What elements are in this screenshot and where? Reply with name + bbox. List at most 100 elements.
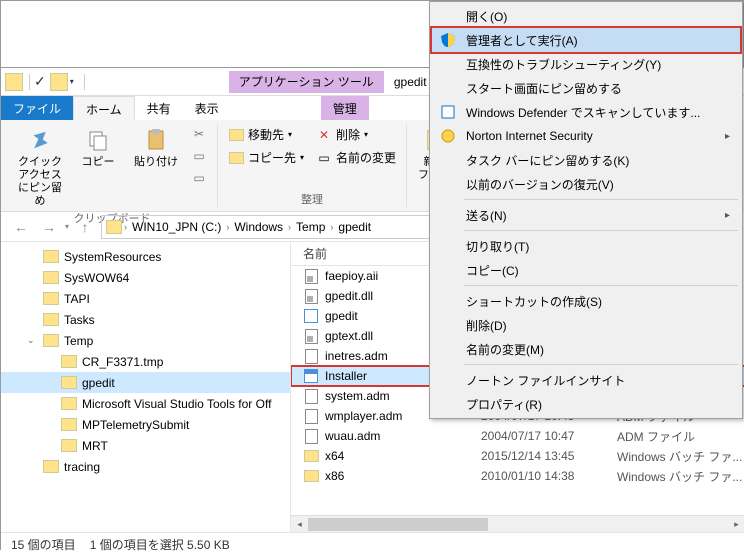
file-type-icon — [303, 448, 319, 464]
file-name: x86 — [325, 469, 475, 483]
shortcut-icon: ▭ — [191, 170, 207, 186]
nav-tree[interactable]: SystemResources SysWOW64 TAPI Tasks ⌄Tem… — [1, 242, 291, 532]
move-to-button[interactable]: 移動先 ▾ — [224, 124, 308, 145]
file-name: wuau.adm — [325, 429, 475, 443]
file-type-icon — [303, 348, 319, 364]
ctx-separator — [464, 199, 738, 200]
forward-button[interactable]: → — [37, 215, 61, 239]
ctx-restore-versions[interactable]: 以前のバージョンの復元(V) — [432, 172, 740, 196]
file-row[interactable]: x862010/01/10 14:38Windows バッチ ファ... — [291, 466, 744, 486]
history-dropdown-icon[interactable]: ▾ — [65, 222, 69, 231]
delete-icon: ✕ — [316, 127, 332, 143]
qat-folder-icon — [50, 73, 68, 91]
ctx-delete[interactable]: 削除(D) — [432, 313, 740, 337]
ctx-pin-start[interactable]: スタート画面にピン留めする — [432, 76, 740, 100]
ctx-separator — [464, 285, 738, 286]
ctx-open[interactable]: 開く(O) — [432, 4, 740, 28]
file-type-icon — [303, 468, 319, 484]
copy-icon — [84, 126, 112, 154]
file-type-icon — [303, 308, 319, 324]
status-selection: 1 個の項目を選択 5.50 KB — [90, 536, 230, 553]
up-button[interactable]: ↑ — [73, 215, 97, 239]
tree-item: SysWOW64 — [1, 267, 290, 288]
paste-shortcut-small-button[interactable]: ▭ — [187, 168, 211, 188]
app-tools-label: アプリケーション ツール — [229, 71, 384, 93]
file-type: ADM ファイル — [617, 428, 695, 445]
ctx-copy[interactable]: コピー(C) — [432, 258, 740, 282]
tree-item-selected: gpedit — [1, 372, 290, 393]
tab-manage[interactable]: 管理 — [321, 96, 369, 120]
qat-check-icon: ✓ — [34, 73, 46, 90]
crumb-temp[interactable]: Temp — [293, 220, 328, 234]
address-folder-icon — [106, 220, 122, 234]
file-row[interactable]: x642015/12/14 13:45Windows バッチ ファ... — [291, 446, 744, 466]
ctx-pin-taskbar[interactable]: タスク バーにピン留めする(K) — [432, 148, 740, 172]
submenu-arrow-icon: ▸ — [725, 131, 730, 142]
tree-item: SystemResources — [1, 246, 290, 267]
file-type-icon — [303, 368, 319, 384]
tree-item: CR_F3371.tmp — [1, 351, 290, 372]
defender-icon — [440, 104, 456, 120]
file-row[interactable]: wuau.adm2004/07/17 10:47ADM ファイル — [291, 426, 744, 446]
file-type-icon — [303, 288, 319, 304]
rename-icon: ▭ — [316, 150, 332, 166]
tab-home[interactable]: ホーム — [73, 96, 135, 120]
ctx-separator — [464, 230, 738, 231]
window-title: gpedit — [394, 75, 427, 89]
qat-dropdown-icon[interactable]: ▾ — [70, 77, 74, 86]
pin-quick-access-button[interactable]: クイック アクセスにピン留め — [13, 124, 67, 208]
move-icon — [228, 127, 244, 143]
shield-icon — [440, 32, 456, 48]
cut-small-button[interactable]: ✂ — [187, 124, 211, 144]
paste-button[interactable]: 貼り付け — [129, 124, 183, 169]
file-type-icon — [303, 268, 319, 284]
file-type-icon — [303, 328, 319, 344]
submenu-arrow-icon: ▸ — [725, 210, 730, 221]
ctx-properties[interactable]: プロパティ(R) — [432, 392, 740, 416]
file-type-icon — [303, 388, 319, 404]
back-button[interactable]: ← — [9, 215, 33, 239]
ctx-norton[interactable]: Norton Internet Security▸ — [432, 124, 740, 148]
copy-path-small-button[interactable]: ▭ — [187, 146, 211, 166]
file-type: Windows バッチ ファ... — [617, 468, 742, 485]
cut-icon: ✂ — [191, 126, 207, 142]
crumb-gpedit[interactable]: gpedit — [335, 220, 374, 234]
tab-file[interactable]: ファイル — [1, 96, 73, 120]
copy-to-icon — [228, 150, 244, 166]
norton-icon — [440, 128, 456, 144]
crumb-windows[interactable]: Windows — [231, 220, 286, 234]
scroll-right-icon[interactable]: ▸ — [728, 516, 744, 532]
ctx-rename[interactable]: 名前の変更(M) — [432, 337, 740, 361]
paste-icon — [142, 126, 170, 154]
ctx-cut[interactable]: 切り取り(T) — [432, 234, 740, 258]
copy-to-button[interactable]: コピー先 ▾ — [224, 147, 308, 168]
tree-item: Microsoft Visual Studio Tools for Off — [1, 393, 290, 414]
delete-button[interactable]: ✕削除 ▾ — [312, 124, 400, 145]
scrollbar-thumb[interactable] — [308, 518, 488, 531]
tree-item: ⌄Temp — [1, 330, 290, 351]
file-type: Windows バッチ ファ... — [617, 448, 742, 465]
ctx-defender-scan[interactable]: Windows Defender でスキャンしています... — [432, 100, 740, 124]
ctx-compat-troubleshoot[interactable]: 互換性のトラブルシューティング(Y) — [432, 52, 740, 76]
tab-share[interactable]: 共有 — [135, 96, 183, 120]
crumb-root[interactable]: WIN10_JPN (C:) — [129, 220, 224, 234]
file-type-icon — [303, 408, 319, 424]
ctx-create-shortcut[interactable]: ショートカットの作成(S) — [432, 289, 740, 313]
ctx-run-as-admin[interactable]: 管理者として実行(A) — [432, 28, 740, 52]
scroll-left-icon[interactable]: ◂ — [291, 516, 308, 532]
tree-item: MPTelemetrySubmit — [1, 414, 290, 435]
ctx-norton-insight[interactable]: ノートン ファイルインサイト — [432, 368, 740, 392]
tree-item: tracing — [1, 456, 290, 477]
horizontal-scrollbar[interactable]: ◂ ▸ — [291, 515, 744, 532]
ctx-send-to[interactable]: 送る(N)▸ — [432, 203, 740, 227]
tab-view[interactable]: 表示 — [183, 96, 231, 120]
pin-icon — [26, 126, 54, 154]
rename-button[interactable]: ▭名前の変更 — [312, 147, 400, 168]
copy-button[interactable]: コピー — [71, 124, 125, 169]
context-menu: 開く(O) 管理者として実行(A) 互換性のトラブルシューティング(Y) スター… — [429, 1, 743, 419]
tree-item: MRT — [1, 435, 290, 456]
tree-item: TAPI — [1, 288, 290, 309]
organize-group-label: 整理 — [224, 191, 400, 207]
status-item-count: 15 個の項目 — [11, 536, 76, 553]
ctx-separator — [464, 364, 738, 365]
